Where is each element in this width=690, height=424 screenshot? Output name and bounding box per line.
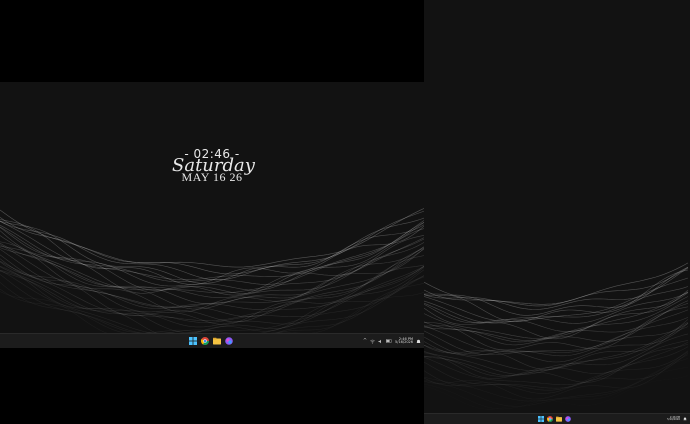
bell-icon[interactable] [683, 417, 687, 421]
windows-start-icon[interactable] [538, 416, 544, 422]
file-explorer-icon[interactable] [213, 337, 221, 345]
chevron-up-icon[interactable]: ^ [363, 338, 367, 344]
battery-icon[interactable] [386, 339, 392, 343]
wallpaper-waves [0, 208, 424, 348]
bell-icon[interactable] [416, 339, 421, 344]
wallpaper-waves [424, 262, 689, 402]
copilot-icon[interactable] [565, 416, 571, 422]
taskbar-date: 5/16/2026 [667, 418, 680, 421]
widget-date: MAY 16 26 [181, 170, 243, 184]
wifi-icon[interactable] [370, 339, 375, 344]
chrome-icon[interactable] [547, 416, 553, 422]
monitor-left: - 02:46 - Saturday MAY 16 26 ^ 2:46 PM 5… [0, 82, 424, 348]
monitor-right: 2:46 PM 5/16/2026 [424, 0, 690, 424]
taskbar-left: ^ 2:46 PM 5/16/2026 [0, 333, 424, 348]
system-tray: ^ 2:46 PM 5/16/2026 [363, 334, 421, 348]
taskbar-right: 2:46 PM 5/16/2026 [424, 413, 690, 424]
taskbar-clock[interactable]: 2:46 PM 5/16/2026 [667, 416, 680, 422]
volume-icon[interactable] [378, 339, 383, 344]
windows-start-icon[interactable] [189, 337, 197, 345]
chrome-icon[interactable] [201, 337, 209, 345]
desktop-clock-widget: - 02:46 - Saturday MAY 16 26 [172, 148, 255, 184]
taskbar-date: 5/16/2026 [395, 340, 413, 344]
file-explorer-icon[interactable] [556, 416, 562, 422]
taskbar-clock[interactable]: 2:46 PM 5/16/2026 [395, 337, 413, 345]
system-tray: 2:46 PM 5/16/2026 [667, 414, 687, 424]
copilot-icon[interactable] [225, 337, 233, 345]
